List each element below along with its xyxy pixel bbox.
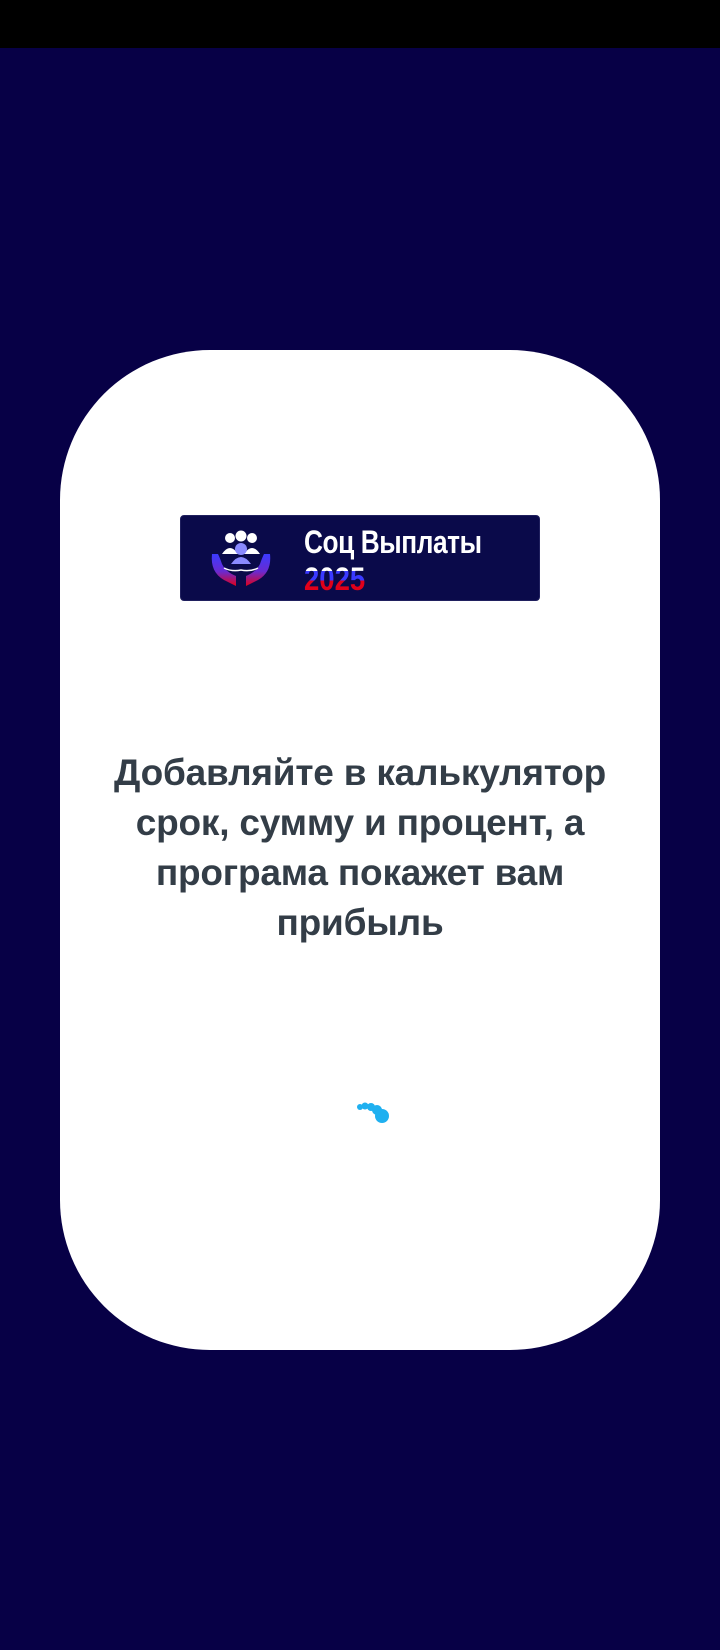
logo-title: Соц Выплаты xyxy=(304,524,482,560)
splash-card: Соц Выплаты 2025 Добавляйте в калькулято… xyxy=(60,350,660,1350)
hands-holding-people-icon xyxy=(211,530,271,586)
logo-year: 2025 xyxy=(304,561,366,594)
splash-message: Добавляйте в калькулятор срок, сумму и п… xyxy=(113,752,607,943)
app-logo: Соц Выплаты 2025 xyxy=(180,515,540,601)
spinner-icon xyxy=(357,1102,389,1123)
status-bar xyxy=(0,0,720,48)
